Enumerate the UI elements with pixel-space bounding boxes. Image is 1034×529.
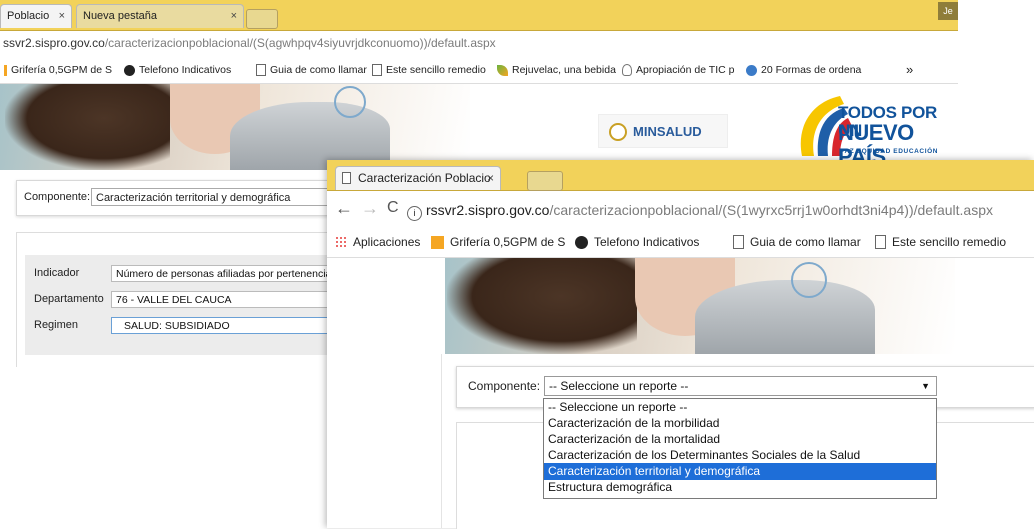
dark-circle-icon xyxy=(575,235,588,249)
globe-icon xyxy=(746,64,757,76)
bookmark-item[interactable]: Grifería 0,5GPM de S xyxy=(431,227,565,257)
componente-label: Componente: xyxy=(24,191,91,203)
leaf-icon xyxy=(497,64,508,76)
departamento-select[interactable]: 76 - VALLE DEL CAUCA xyxy=(111,291,341,308)
componente-box: Componente: Caracterización territorial … xyxy=(16,180,338,216)
tab-label: Poblacio xyxy=(7,10,50,22)
filter-label: Indicador xyxy=(34,267,80,279)
dropdown-option-selected[interactable]: Caracterización territorial y demográfic… xyxy=(544,463,936,480)
back-tab-nueva-pestana[interactable]: Nueva pestaña × xyxy=(76,4,244,28)
filters-panel: Indicador Número de personas afiliadas p… xyxy=(16,232,341,367)
user-profile-button[interactable]: Je xyxy=(938,2,958,20)
dropdown-option[interactable]: Caracterización de los Determinantes Soc… xyxy=(544,447,936,464)
dropdown-option[interactable]: -- Seleccione un reporte -- xyxy=(544,399,936,416)
url-path: /caracterizacionpoblacional/(S(agwhpqv4s… xyxy=(104,36,496,50)
close-icon[interactable]: × xyxy=(487,167,494,189)
bookmark-item-aplicaciones[interactable]: Aplicaciones xyxy=(335,227,420,257)
page-icon xyxy=(372,64,382,76)
bookmark-label: Apropiación de TIC p xyxy=(636,64,735,76)
dropdown-option[interactable]: Caracterización de la morbilidad xyxy=(544,415,936,432)
yellow-square-icon xyxy=(431,235,444,249)
filters-area: Indicador Número de personas afiliadas p… xyxy=(25,255,341,355)
back-address-bar[interactable]: ssvr2.sispro.gov.co/caracterizacionpobla… xyxy=(0,31,958,56)
componente-select[interactable]: -- Seleccione un reporte -- ▼ xyxy=(544,376,937,396)
reload-icon[interactable]: C xyxy=(387,197,399,219)
bookmark-label: Guia de como llamar xyxy=(270,64,367,76)
front-browser-window: Caracterización Poblacio × ← → C i rssvr2… xyxy=(327,160,1034,529)
site-banner: MINSALUD TODOS POR UN NUEVO PAÍS PAZ EQU… xyxy=(0,84,958,170)
new-tab-button[interactable] xyxy=(527,171,563,191)
regimen-select[interactable]: SALUD: SUBSIDIADO xyxy=(111,317,341,334)
front-tab-caracterizacion[interactable]: Caracterización Poblacio × xyxy=(335,166,501,190)
banner-photo xyxy=(0,84,470,170)
bookmark-item[interactable]: Este sencillo remedio xyxy=(875,227,1006,257)
url-host: ssvr2.sispro.gov.co xyxy=(3,36,105,50)
back-tab-strip: Poblacio × Nueva pestaña × Je xyxy=(0,0,958,31)
bookmark-item[interactable]: Grifería 0,5GPM de S xyxy=(4,57,112,83)
bookmark-item[interactable]: Telefono Indicativos xyxy=(124,57,231,83)
back-arrow-icon[interactable]: ← xyxy=(335,197,353,219)
new-tab-button[interactable] xyxy=(246,9,278,29)
bookmark-label: Este sencillo remedio xyxy=(386,64,486,76)
chevron-down-icon[interactable]: ▼ xyxy=(921,377,930,395)
bookmark-item[interactable]: Apropiación de TIC p xyxy=(622,57,734,83)
bookmark-item[interactable]: 20 Formas de ordena xyxy=(746,57,861,83)
page-icon xyxy=(342,172,351,184)
front-toolbar: ← → C i rssvr2.sispro.gov.co/caracterizac… xyxy=(327,191,1034,227)
url-path: /caracterizacionpoblacional/(S(1wyrxc5rr… xyxy=(549,202,994,218)
apps-grid-icon xyxy=(335,236,347,248)
bookmark-item[interactable]: Telefono Indicativos xyxy=(575,227,699,257)
back-bookmarks-bar: Grifería 0,5GPM de S Telefono Indicativo… xyxy=(0,57,958,84)
magnifier-icon xyxy=(334,86,366,118)
bookmark-label: Guia de como llamar xyxy=(750,235,861,249)
tab-label: Nueva pestaña xyxy=(83,10,157,22)
bookmark-item[interactable]: Guia de como llamar xyxy=(733,227,861,257)
page-icon xyxy=(875,235,886,249)
dropdown-option[interactable]: Caracterización de la mortalidad xyxy=(544,431,936,448)
back-tab-poblacion[interactable]: Poblacio × xyxy=(0,4,72,28)
banner-photo xyxy=(445,258,955,354)
close-icon[interactable]: × xyxy=(59,5,65,27)
url-host: rssvr2.sispro.gov.co xyxy=(426,202,550,218)
bookmark-label: Aplicaciones xyxy=(353,235,421,249)
bookmark-item[interactable]: Este sencillo remedio xyxy=(372,57,486,83)
info-icon[interactable]: i xyxy=(407,206,422,221)
filter-label: Regimen xyxy=(34,319,79,331)
front-bookmarks-bar: Aplicaciones Grifería 0,5GPM de S Telefo… xyxy=(327,227,1034,258)
bookmark-label: Telefono Indicativos xyxy=(594,235,700,249)
bookmark-label: Rejuvelac, una bebida xyxy=(512,64,616,76)
componente-dropdown-list: -- Seleccione un reporte -- Caracterizac… xyxy=(543,398,937,499)
componente-select[interactable]: Caracterización territorial y demográfic… xyxy=(91,188,331,206)
forward-arrow-icon[interactable]: → xyxy=(361,197,379,219)
bookmark-label: Telefono Indicativos xyxy=(139,64,232,76)
indicador-select[interactable]: Número de personas afiliadas por pertene… xyxy=(111,265,341,282)
minsalud-logo: MINSALUD xyxy=(598,114,728,148)
bookmark-label: Grifería 0,5GPM de S xyxy=(450,235,566,249)
dropdown-option[interactable]: Estructura demográfica xyxy=(544,479,936,496)
front-tab-strip: Caracterización Poblacio × xyxy=(327,160,1034,191)
dark-circle-icon xyxy=(124,64,135,76)
bulb-icon xyxy=(622,64,632,76)
crest-icon xyxy=(609,123,627,141)
site-banner xyxy=(445,258,1034,354)
page-icon xyxy=(733,235,744,249)
componente-label: Componente: xyxy=(468,379,541,393)
filter-label: Departamento xyxy=(34,293,104,305)
page-icon xyxy=(256,64,266,76)
select-value: -- Seleccione un reporte -- xyxy=(549,379,689,393)
bookmark-label: Este sencillo remedio xyxy=(892,235,1007,249)
bookmark-label: Grifería 0,5GPM de S xyxy=(11,64,112,76)
magnifier-icon xyxy=(791,262,827,298)
bookmark-item[interactable]: Rejuvelac, una bebida xyxy=(497,57,616,83)
bookmark-item[interactable]: Guia de como llamar xyxy=(256,57,367,83)
page-left-border xyxy=(441,354,442,528)
bookmarks-overflow-button[interactable]: » xyxy=(906,57,913,83)
yellow-square-icon xyxy=(4,64,7,76)
front-address-bar[interactable]: i rssvr2.sispro.gov.co/caracterizacionpob… xyxy=(407,199,1034,221)
logo-text: MINSALUD xyxy=(633,124,702,139)
bookmark-label: 20 Formas de ordena xyxy=(761,64,862,76)
logo-text: PAZ EQUIDAD EDUCACIÓN xyxy=(840,148,939,155)
tab-label: Caracterización Poblacio xyxy=(358,171,491,185)
close-icon[interactable]: × xyxy=(231,5,237,27)
